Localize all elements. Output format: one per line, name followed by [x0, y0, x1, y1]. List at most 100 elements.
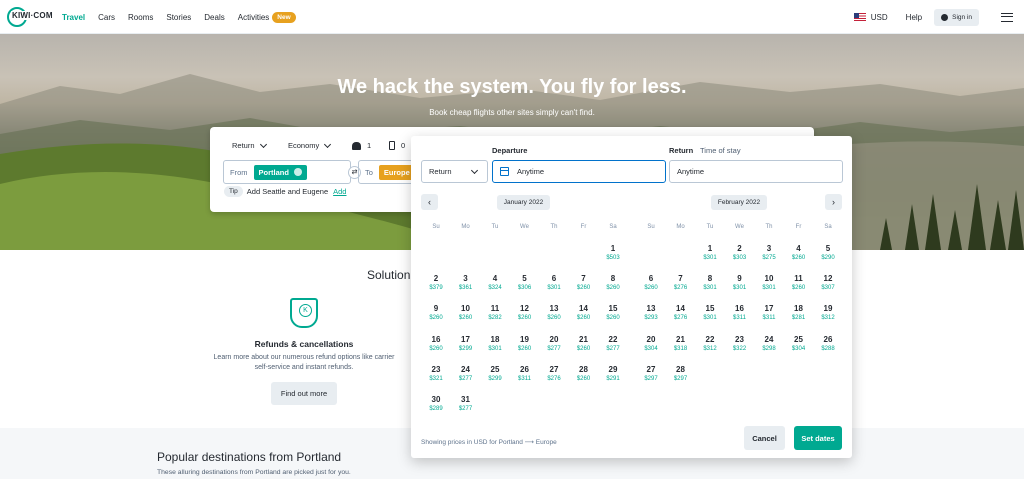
- day-price: $277: [458, 406, 473, 412]
- next-month-button[interactable]: ›: [825, 194, 842, 210]
- calendar-day[interactable]: 19 $312: [813, 304, 843, 323]
- currency-selector[interactable]: USD: [871, 13, 888, 22]
- calendar-day[interactable]: 12 $307: [813, 274, 843, 293]
- calendar-day[interactable]: 4 $260: [784, 244, 814, 263]
- passengers-select[interactable]: 1: [352, 141, 371, 150]
- calendar-day[interactable]: 4 $324: [480, 274, 510, 293]
- calendar-day[interactable]: 31 $277: [451, 395, 481, 414]
- calendar-day[interactable]: 17 $299: [451, 335, 481, 354]
- calendar-day[interactable]: 25 $299: [480, 365, 510, 384]
- calendar-day[interactable]: 20 $304: [636, 335, 666, 354]
- menu-icon[interactable]: [1001, 12, 1013, 22]
- calendar-day[interactable]: 15 $260: [598, 304, 628, 323]
- nav-stories[interactable]: Stories: [166, 13, 191, 22]
- origin-chip[interactable]: Portland: [253, 164, 307, 180]
- calendar-day[interactable]: 23 $322: [725, 335, 755, 354]
- calendar-day[interactable]: 20 $277: [539, 335, 569, 354]
- calendar-day[interactable]: 24 $277: [451, 365, 481, 384]
- calendar-day[interactable]: 24 $298: [754, 335, 784, 354]
- calendar-day[interactable]: 3 $361: [451, 274, 481, 293]
- calendar-day[interactable]: 26 $311: [510, 365, 540, 384]
- calendar-day[interactable]: 15 $301: [695, 304, 725, 323]
- calendar-day[interactable]: 22 $312: [695, 335, 725, 354]
- kiwi-logo[interactable]: KIWI·COM: [7, 7, 54, 27]
- add-nearby-link[interactable]: Add: [333, 187, 346, 196]
- prev-month-button[interactable]: ‹: [421, 194, 438, 210]
- calendar-day[interactable]: 28 $297: [666, 365, 696, 384]
- sign-in-button[interactable]: Sign in: [934, 8, 979, 26]
- calendar-day[interactable]: 8 $301: [695, 274, 725, 293]
- calendar-day[interactable]: 21 $318: [666, 335, 696, 354]
- calendar-day[interactable]: 1 $503: [598, 244, 628, 263]
- bags-select[interactable]: 0: [389, 141, 405, 150]
- set-dates-button[interactable]: Set dates: [794, 426, 842, 450]
- remove-icon[interactable]: [293, 168, 302, 176]
- destination-chip[interactable]: Europe: [378, 164, 415, 180]
- calendar-day[interactable]: 9 $260: [421, 304, 451, 323]
- shield-icon: [290, 298, 318, 328]
- nav-deals[interactable]: Deals: [204, 13, 224, 22]
- calendar-day[interactable]: 17 $311: [754, 304, 784, 323]
- calendar-day[interactable]: 11 $282: [480, 304, 510, 323]
- calendar-day[interactable]: 7 $260: [569, 274, 599, 293]
- return-input[interactable]: Anytime: [669, 160, 843, 183]
- calendar-day[interactable]: 10 $301: [754, 274, 784, 293]
- cabin-class-value: Economy: [288, 141, 320, 150]
- calendar-day[interactable]: 12 $260: [510, 304, 540, 323]
- time-of-stay-link[interactable]: Time of stay: [700, 146, 741, 155]
- calendar-day[interactable]: 5 $290: [813, 244, 843, 263]
- nav-cars[interactable]: Cars: [98, 13, 115, 22]
- calendar-day[interactable]: 16 $260: [421, 335, 451, 354]
- calendar-day[interactable]: 18 $281: [784, 304, 814, 323]
- day-price: $307: [821, 285, 835, 292]
- day-price: $276: [673, 315, 688, 322]
- nav-travel[interactable]: Travel: [62, 13, 85, 22]
- calendar-day[interactable]: 2 $303: [725, 244, 755, 263]
- calendar-day[interactable]: 14 $276: [666, 304, 696, 323]
- calendar-day[interactable]: 10 $260: [451, 304, 481, 323]
- calendar-day[interactable]: 19 $260: [510, 335, 540, 354]
- calendar-day[interactable]: 11 $260: [784, 274, 814, 293]
- calendar-day[interactable]: 28 $260: [569, 365, 599, 384]
- day-price: $260: [606, 315, 620, 322]
- calendar-day[interactable]: 3 $275: [754, 244, 784, 263]
- calendar-day[interactable]: 30 $289: [421, 395, 451, 414]
- calendar-day[interactable]: 6 $301: [539, 274, 569, 293]
- calendar-day[interactable]: 1 $301: [695, 244, 725, 263]
- calendar-day[interactable]: 8 $260: [598, 274, 628, 293]
- us-flag-icon[interactable]: [853, 13, 866, 21]
- calendar-day[interactable]: 13 $260: [539, 304, 569, 323]
- calendar-day[interactable]: 9 $301: [725, 274, 755, 293]
- calendar-day[interactable]: 13 $293: [636, 304, 666, 323]
- find-out-more-button[interactable]: Find out more: [271, 382, 337, 405]
- day-number: 20: [646, 334, 656, 344]
- nav-rooms[interactable]: Rooms: [128, 13, 153, 22]
- day-price: $260: [606, 285, 620, 292]
- calendar-day[interactable]: 27 $276: [539, 365, 569, 384]
- calendar-day[interactable]: 18 $301: [480, 335, 510, 354]
- calendar-day[interactable]: 16 $311: [725, 304, 755, 323]
- calendar-day[interactable]: 14 $260: [569, 304, 599, 323]
- trip-type-select[interactable]: Return: [232, 140, 267, 150]
- cabin-class-select[interactable]: Economy: [288, 140, 332, 150]
- calendar-day[interactable]: 23 $321: [421, 365, 451, 384]
- calendar-day[interactable]: 26 $288: [813, 335, 843, 354]
- calendar-day[interactable]: 6 $260: [636, 274, 666, 293]
- trip-mode-select[interactable]: Return: [421, 160, 488, 183]
- calendar-day[interactable]: 25 $304: [784, 335, 814, 354]
- day-number: 3: [463, 274, 468, 284]
- destination-field[interactable]: To Europe: [358, 160, 418, 184]
- calendar-day[interactable]: 22 $277: [598, 335, 628, 354]
- departure-input[interactable]: Anytime: [492, 160, 666, 183]
- help-link[interactable]: Help: [906, 13, 922, 22]
- cancel-button[interactable]: Cancel: [744, 426, 785, 450]
- nav-activities[interactable]: Activities New: [238, 11, 296, 23]
- weekday-label: Su: [647, 224, 655, 230]
- calendar-day[interactable]: 21 $260: [569, 335, 599, 354]
- origin-field[interactable]: From Portland: [223, 160, 351, 184]
- calendar-day[interactable]: 27 $297: [636, 365, 666, 384]
- calendar-day[interactable]: 7 $276: [666, 274, 696, 293]
- calendar-day[interactable]: 5 $306: [510, 274, 540, 293]
- calendar-day[interactable]: 29 $291: [598, 365, 628, 384]
- calendar-day[interactable]: 2 $379: [421, 274, 451, 293]
